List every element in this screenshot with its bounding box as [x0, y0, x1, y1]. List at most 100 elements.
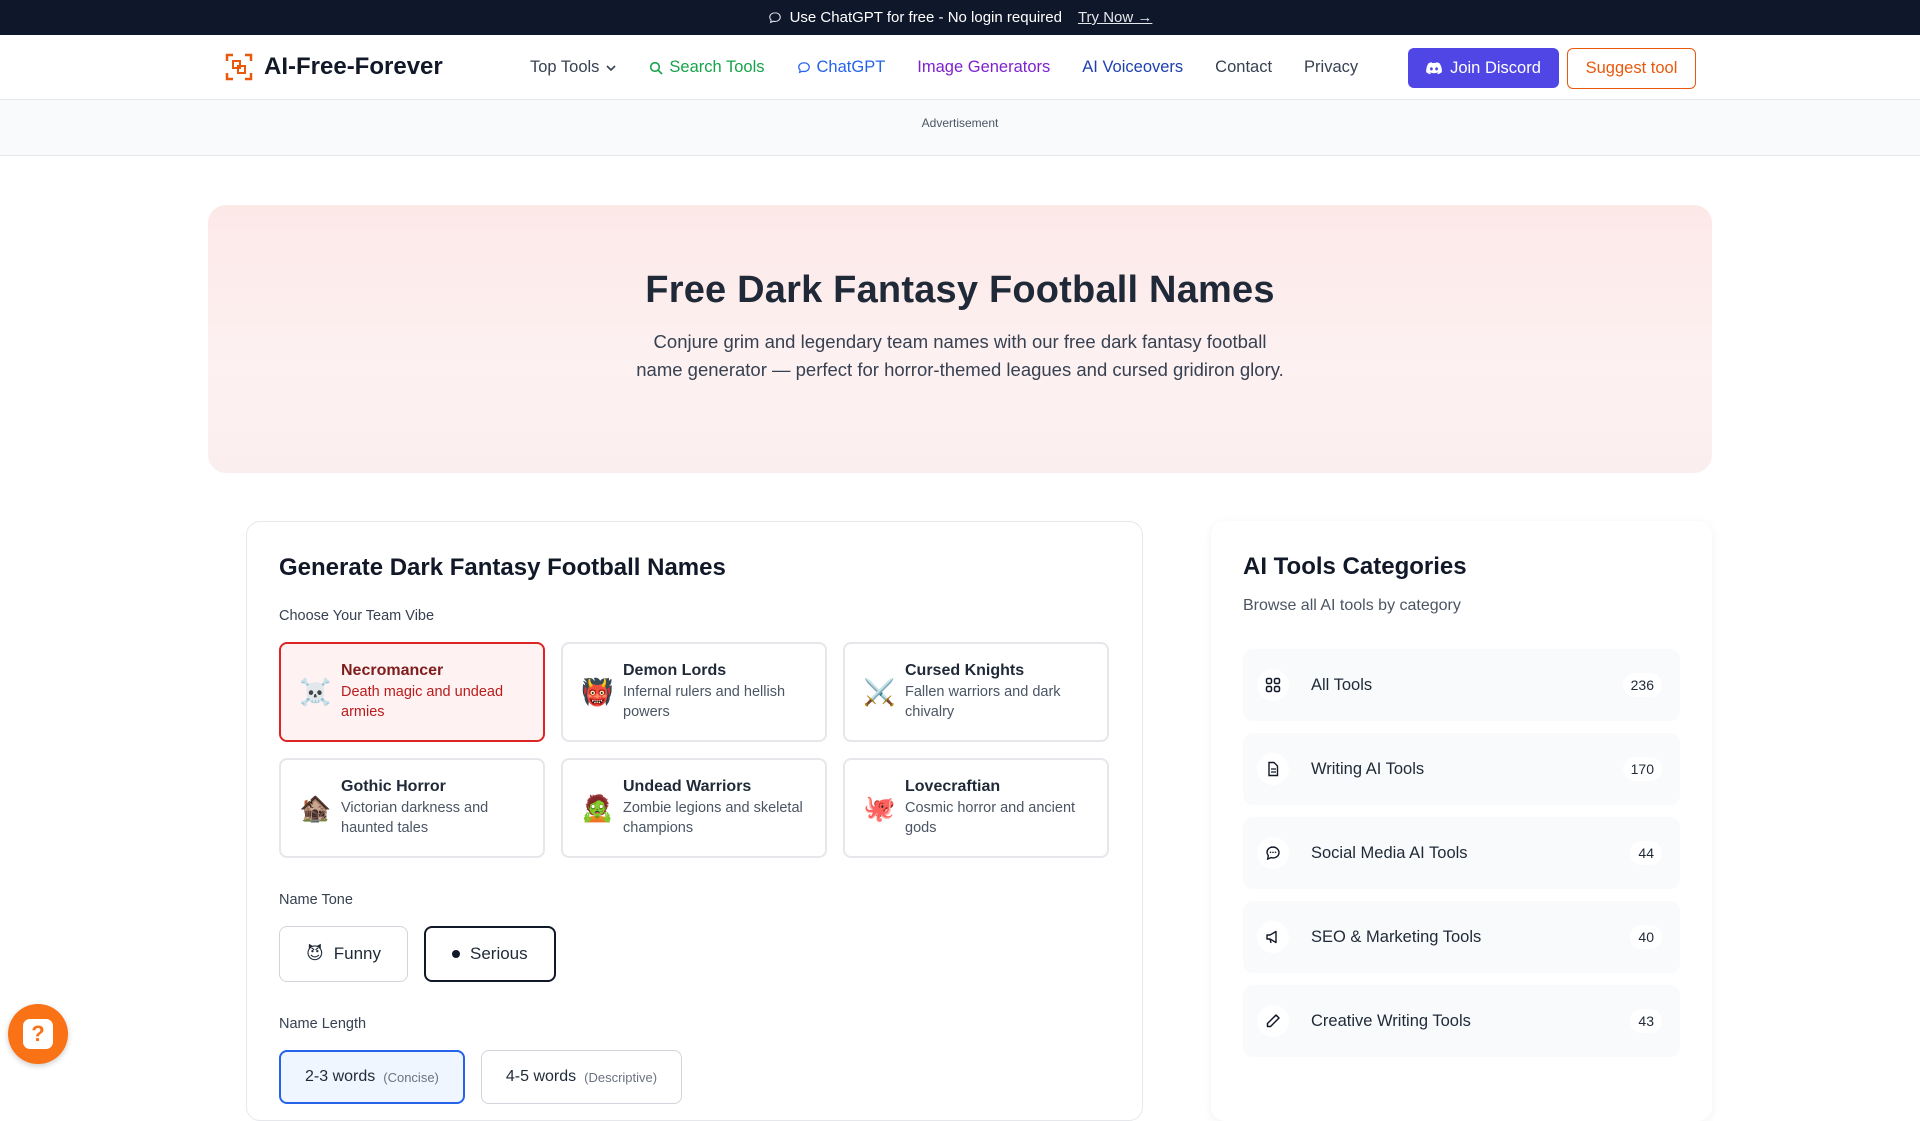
suggest-tool-button[interactable]: Suggest tool: [1567, 48, 1696, 89]
category-count: 236: [1622, 673, 1662, 697]
megaphone-icon: [1257, 921, 1289, 953]
discord-icon: [1426, 61, 1442, 74]
vibe-title: Gothic Horror: [341, 778, 446, 795]
category-count: 170: [1622, 757, 1662, 781]
tone-label-text: Funny: [333, 944, 381, 963]
devil-face-icon: 😈: [306, 944, 324, 963]
site-header: AI-Free-Forever Top Tools Search Tools C…: [0, 35, 1920, 100]
question-mark-icon: ?: [23, 1019, 53, 1049]
length-option-label: 4-5 words: [505, 1068, 577, 1085]
dot-icon: [451, 950, 460, 958]
vibe-desc: Fallen warriors and dark chivalry: [905, 684, 1061, 720]
announcement-text: Use ChatGPT for free - No login required: [789, 9, 1062, 26]
nav-chatgpt-label: ChatGPT: [816, 58, 886, 76]
category-count: 44: [1630, 841, 1662, 865]
document-icon: [1257, 753, 1289, 785]
category-name: Social Media AI Tools: [1311, 843, 1468, 862]
chevron-down-icon: [606, 64, 616, 71]
vibe-desc: Infernal rulers and hellish powers: [623, 684, 786, 720]
join-discord-label: Join Discord: [1450, 58, 1541, 77]
length-label: Name Length: [279, 1016, 367, 1032]
category-all-tools[interactable]: All Tools 236: [1243, 649, 1680, 721]
suggest-tool-label: Suggest tool: [1585, 59, 1678, 77]
nav-contact[interactable]: Contact: [1215, 58, 1272, 77]
category-name: Creative Writing Tools: [1311, 1011, 1471, 1030]
try-now-link[interactable]: Try Now →: [1078, 9, 1152, 26]
generator-title: Generate Dark Fantasy Football Names: [279, 554, 726, 581]
vibe-option-lovecraftian[interactable]: 🐙 Lovecraftian Cosmic horror and ancient…: [843, 758, 1109, 858]
chat-bubble-icon: [1257, 837, 1289, 869]
vibe-title: Cursed Knights: [905, 662, 1025, 679]
vibe-desc: Zombie legions and skeletal champions: [623, 800, 803, 836]
vibe-title: Lovecraftian: [905, 778, 1001, 795]
vibe-label: Choose Your Team Vibe: [279, 608, 435, 624]
nav-privacy[interactable]: Privacy: [1304, 58, 1358, 77]
category-name: All Tools: [1311, 675, 1373, 694]
tone-options: 😈 Funny Serious: [279, 926, 1110, 982]
haunted-house-icon: 🏚️: [299, 792, 332, 823]
octopus-icon: 🐙: [863, 792, 896, 823]
announcement-bar: Use ChatGPT for free - No login required…: [0, 0, 1920, 35]
main-nav: Top Tools Search Tools ChatGPT Image Gen…: [530, 35, 1358, 100]
skull-icon: ☠️: [299, 676, 332, 707]
categories-title: AI Tools Categories: [1243, 553, 1467, 580]
category-name: Writing AI Tools: [1311, 759, 1425, 778]
vibe-option-gothic-horror[interactable]: 🏚️ Gothic Horror Victorian darkness and …: [279, 758, 545, 858]
tone-label: Name Tone: [279, 892, 353, 908]
categories-sidebar: AI Tools Categories Browse all AI tools …: [1211, 521, 1712, 1121]
help-chat-button[interactable]: ?: [8, 1004, 68, 1064]
site-logo[interactable]: AI-Free-Forever: [224, 52, 443, 82]
advertisement-strip: Advertisement: [0, 100, 1920, 156]
search-icon: [650, 61, 663, 75]
hero-section: Free Dark Fantasy Football Names Conjure…: [208, 205, 1712, 473]
tone-option-funny[interactable]: 😈 Funny: [279, 926, 408, 982]
length-option-descriptive[interactable]: 4-5 words (Descriptive): [480, 1050, 683, 1104]
nav-top-tools-label: Top Tools: [530, 58, 600, 76]
vibe-title: Undead Warriors: [623, 778, 752, 795]
vibe-option-necromancer[interactable]: ☠️ Necromancer Death magic and undead ar…: [279, 642, 545, 742]
category-writing[interactable]: Writing AI Tools 170: [1243, 733, 1680, 805]
nav-privacy-label: Privacy: [1304, 58, 1359, 76]
length-option-sub: (Descriptive): [584, 1069, 658, 1085]
vibe-options: ☠️ Necromancer Death magic and undead ar…: [279, 642, 1110, 858]
nav-ai-voiceovers-label: AI Voiceovers: [1082, 58, 1184, 76]
page-title: Free Dark Fantasy Football Names: [645, 269, 1275, 311]
vibe-title: Necromancer: [341, 662, 444, 679]
chat-bubble-icon: [797, 61, 810, 73]
nav-ai-voiceovers[interactable]: AI Voiceovers: [1082, 58, 1183, 77]
join-discord-button[interactable]: Join Discord: [1408, 48, 1559, 88]
vibe-desc: Victorian darkness and haunted tales: [341, 800, 489, 836]
vibe-title: Demon Lords: [623, 662, 727, 679]
ogre-icon: 👹: [581, 676, 614, 707]
tone-option-serious[interactable]: Serious: [423, 926, 556, 982]
grid-icon: [1257, 669, 1289, 701]
length-options: 2-3 words (Concise) 4-5 words (Descripti…: [279, 1050, 1110, 1104]
nav-chatgpt[interactable]: ChatGPT: [797, 58, 886, 77]
vibe-option-cursed-knights[interactable]: ⚔️ Cursed Knights Fallen warriors and da…: [843, 642, 1109, 742]
vibe-option-undead-warriors[interactable]: 🧟 Undead Warriors Zombie legions and ske…: [561, 758, 827, 858]
nav-image-generators-label: Image Generators: [917, 58, 1051, 76]
vibe-option-demon-lords[interactable]: 👹 Demon Lords Infernal rulers and hellis…: [561, 642, 827, 742]
logo-text: AI-Free-Forever: [264, 53, 443, 80]
vibe-desc: Cosmic horror and ancient gods: [905, 800, 1076, 836]
category-social-media[interactable]: Social Media AI Tools 44: [1243, 817, 1680, 889]
category-creative-writing[interactable]: Creative Writing Tools 43: [1243, 985, 1680, 1057]
advertisement-label: Advertisement: [921, 116, 999, 130]
length-option-label: 2-3 words: [305, 1068, 376, 1085]
nav-search-tools[interactable]: Search Tools: [649, 58, 765, 77]
nav-top-tools[interactable]: Top Tools: [530, 58, 617, 77]
nav-image-generators[interactable]: Image Generators: [917, 58, 1050, 77]
pencil-icon: [1257, 1005, 1289, 1037]
categories-subtitle: Browse all AI tools by category: [1243, 597, 1461, 614]
logo-icon: [225, 53, 253, 81]
category-count: 43: [1630, 1009, 1662, 1033]
category-seo-marketing[interactable]: SEO & Marketing Tools 40: [1243, 901, 1680, 973]
category-count: 40: [1630, 925, 1662, 949]
zombie-icon: 🧟: [581, 792, 614, 823]
length-option-concise[interactable]: 2-3 words (Concise): [279, 1050, 465, 1104]
length-option-sub: (Concise): [383, 1069, 439, 1085]
nav-search-tools-label: Search Tools: [669, 58, 765, 76]
category-name: SEO & Marketing Tools: [1311, 927, 1482, 946]
nav-contact-label: Contact: [1215, 58, 1273, 76]
page-subtitle: Conjure grim and legendary team names wi…: [636, 331, 1284, 380]
